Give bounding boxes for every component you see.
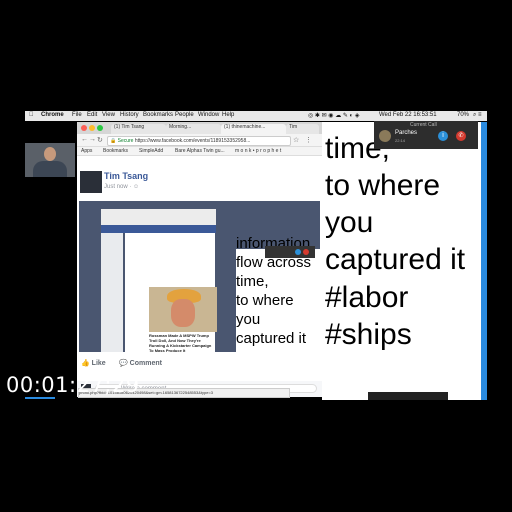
tab-morning[interactable]: Morning... — [166, 124, 221, 134]
doll-face — [171, 299, 195, 327]
minimize-window-button[interactable] — [89, 125, 95, 131]
nested-doc-line-4: to where — [236, 292, 294, 309]
star-icon[interactable]: ☆ — [293, 136, 299, 144]
bookmark-bookmarks[interactable]: Bookmarks — [103, 148, 128, 154]
call-duration: 22:14 — [395, 138, 406, 143]
post-actions: 👍 Like 💬 Comment — [77, 357, 322, 371]
menu-view[interactable]: View — [102, 112, 115, 118]
video-progress-bar[interactable] — [25, 397, 55, 399]
document-scrollbar[interactable] — [481, 122, 487, 400]
menu-window[interactable]: Window — [198, 112, 219, 118]
nested-end-call-icon — [303, 249, 309, 255]
post-image-screenshot[interactable]: Rossman Made A MSPW Trump Troll Doll, An… — [79, 201, 320, 352]
like-button[interactable]: 👍 Like — [81, 359, 106, 367]
nested-info-icon — [295, 249, 301, 255]
call-notification: Current Call Parches 22:14 i ✆ — [374, 121, 478, 149]
caller-name: Parches — [395, 130, 418, 136]
nested-call-notification — [265, 246, 315, 258]
doc-line-3: you — [325, 206, 374, 239]
nested-doc-line-3: time, — [236, 273, 269, 290]
bookmarks-bar: Apps Bookmarks SimpleAdd Bare Alphas Twi… — [77, 147, 322, 156]
close-window-button[interactable] — [81, 125, 87, 131]
webcam-person-body — [33, 161, 67, 177]
lock-icon: 🔒 — [110, 138, 117, 144]
post-timestamp[interactable]: Just now · ☺ — [104, 184, 139, 190]
thumbs-up-icon: 👍 — [81, 360, 90, 367]
url-text: https://www.facebook.com/events/11891533… — [134, 138, 251, 144]
nested-doc-line-6: captured it — [236, 330, 307, 347]
caller-avatar — [379, 130, 391, 142]
address-bar-row: ← → ↻ 🔒 Secure https://www.facebook.com/… — [77, 134, 322, 147]
menu-edit[interactable]: Edit — [87, 112, 97, 118]
call-header: Current Call — [410, 122, 437, 128]
reload-icon[interactable]: ↻ — [97, 136, 103, 144]
menu-app-name[interactable]: Chrome — [41, 112, 64, 118]
doc-line-6: #ships — [325, 318, 412, 351]
url-input[interactable]: 🔒 Secure https://www.facebook.com/events… — [107, 136, 291, 146]
comment-button[interactable]: 💬 Comment — [119, 359, 162, 367]
info-icon[interactable]: i — [438, 131, 448, 141]
doc-line-5: #labor — [325, 281, 409, 314]
nested-facebook-sidebar — [101, 233, 123, 352]
menu-battery: 70% — [457, 112, 470, 118]
webcam-preview — [25, 143, 75, 177]
bookmark-apps[interactable]: Apps — [81, 148, 92, 154]
facebook-page: Tim Tsang Just now · ☺ Rossman Made A MS… — [77, 156, 322, 398]
video-timecode: 00:01:27;29 — [6, 373, 140, 397]
doc-line-4: captured it — [325, 243, 466, 276]
apple-icon[interactable]:  — [29, 112, 34, 118]
forward-icon[interactable]: → — [89, 136, 96, 143]
post-author-avatar[interactable] — [80, 171, 102, 193]
menu-clock[interactable]: Wed Feb 22 16:53:51 — [379, 112, 437, 118]
like-label: Like — [91, 360, 106, 367]
bookmark-bare-alphas[interactable]: Bare Alphas Twin gu... — [175, 148, 225, 154]
comment-icon: 💬 — [119, 360, 128, 367]
tab-thinemachine[interactable]: (1) thinemachine... — [221, 124, 286, 134]
doc-line-2: to where — [325, 169, 441, 202]
bookmark-monk-prophet[interactable]: m o n k • p r o p h e t — [235, 148, 281, 154]
chrome-window: (1) Tim Tsang Morning... (1) thinemachin… — [77, 122, 322, 398]
menu-history[interactable]: History — [120, 112, 139, 118]
menu-status-icons[interactable]: ◎ ✱ ✉ ◉ ☁ ✎ ◐ ◈ — [308, 112, 359, 119]
macos-menu-bar:  Chrome File Edit View History Bookmark… — [25, 111, 487, 121]
search-icon[interactable]: ⌕ ≡ — [473, 112, 482, 119]
menu-help[interactable]: Help — [222, 112, 234, 118]
tab-bar: (1) Tim Tsang Morning... (1) thinemachin… — [77, 122, 322, 134]
nested-browser-chrome — [101, 209, 216, 225]
nested-facebook-header — [101, 225, 216, 233]
maximize-window-button[interactable] — [97, 125, 103, 131]
comment-label: Comment — [129, 360, 162, 367]
menu-people[interactable]: People — [175, 112, 194, 118]
nested-doc-line-5: you — [236, 311, 261, 328]
bookmark-simpleadd[interactable]: SimpleAdd — [139, 148, 163, 154]
url-secure-label: Secure — [117, 138, 134, 144]
end-call-icon[interactable]: ✆ — [456, 131, 466, 141]
dock-strip — [368, 392, 448, 400]
nested-post-photo — [149, 287, 217, 332]
tab-tim-tsang[interactable]: (1) Tim Tsang — [111, 124, 166, 134]
menu-dots-icon[interactable]: ⋮ — [305, 136, 312, 144]
tab-tim[interactable]: Tim — [286, 124, 319, 134]
back-icon[interactable]: ← — [81, 136, 88, 143]
nested-post-caption: Rossman Made A MSPW Trump Troll Doll, An… — [149, 333, 212, 352]
webcam-person-head — [44, 147, 56, 161]
post-author-name[interactable]: Tim Tsang — [104, 171, 148, 181]
menu-bookmarks[interactable]: Bookmarks — [143, 112, 173, 118]
menu-file[interactable]: File — [72, 112, 82, 118]
